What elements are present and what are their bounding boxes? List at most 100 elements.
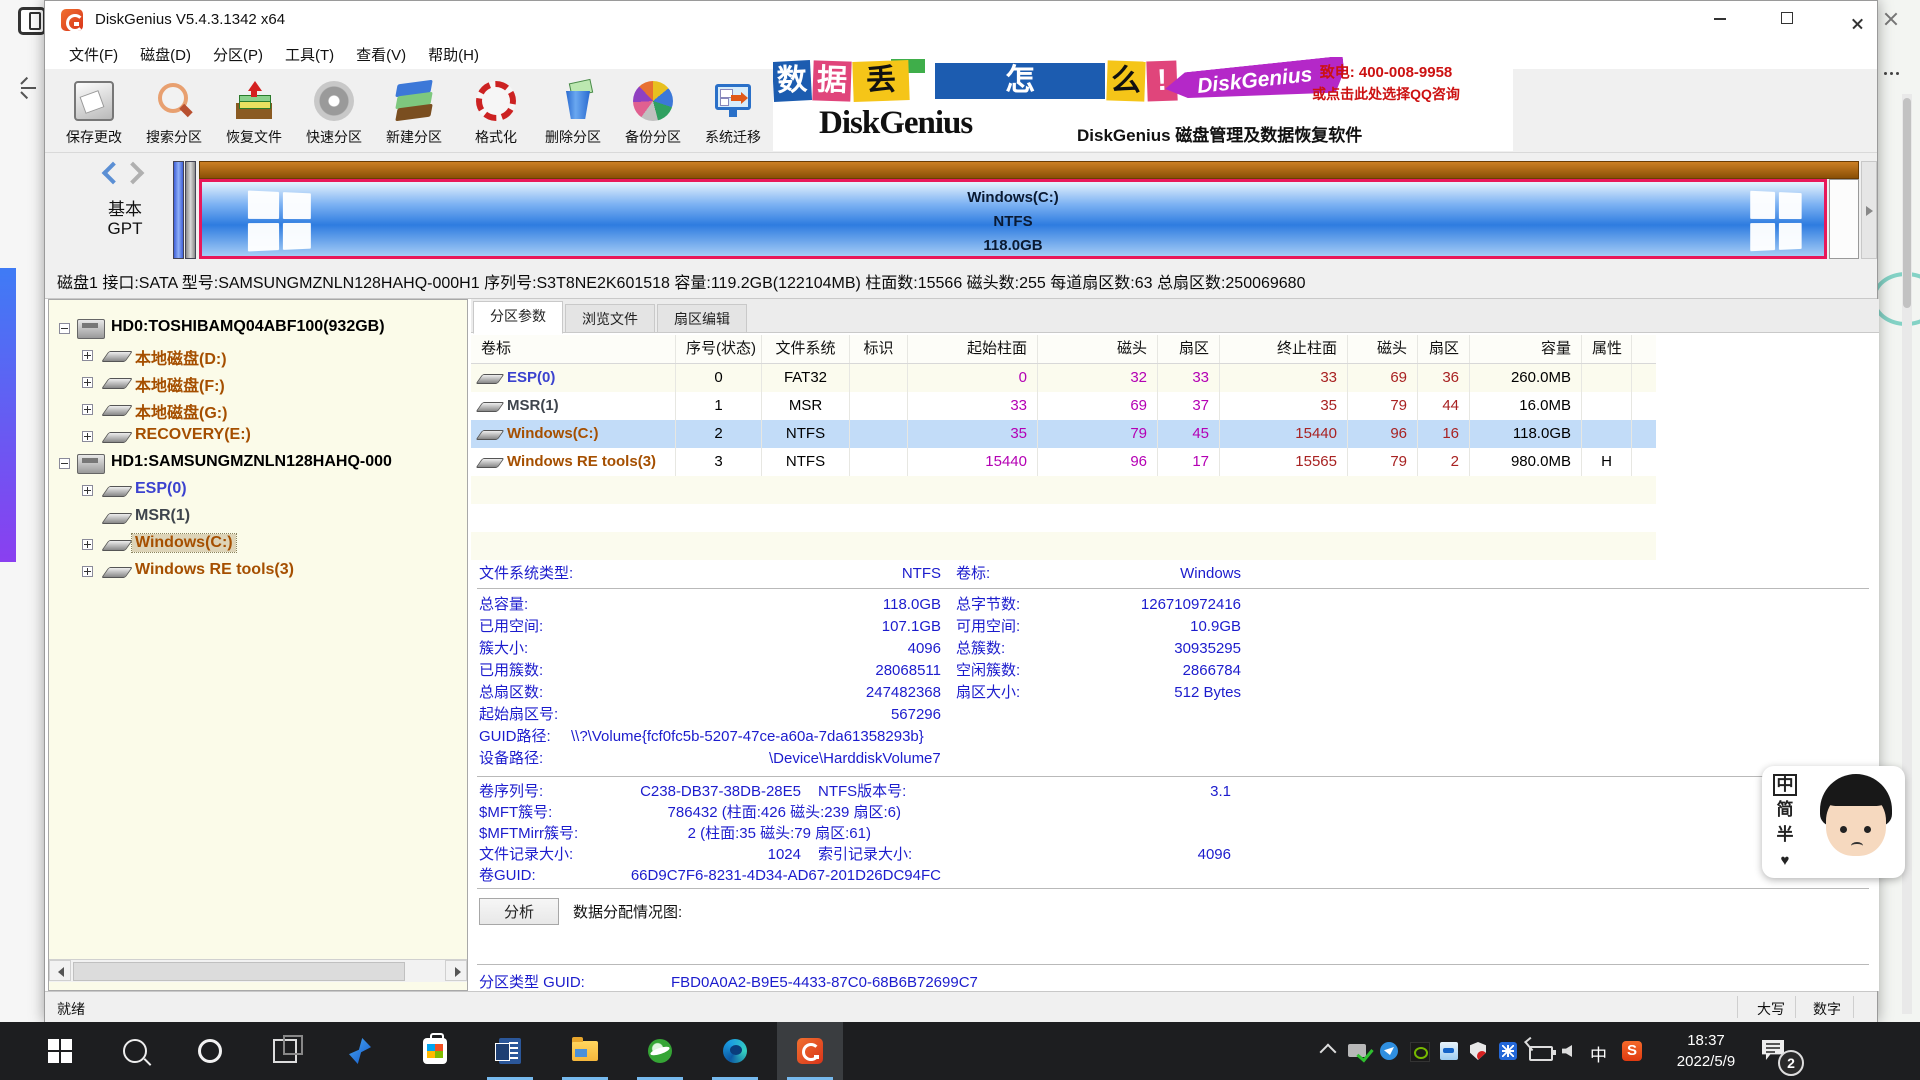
printer-tray-icon[interactable] [1348,1044,1366,1057]
collapse-icon[interactable] [59,323,70,334]
word-button[interactable] [477,1022,543,1080]
tree-item-windows-c[interactable]: Windows(C:) [49,532,467,558]
folder-icon [572,1041,598,1061]
security-shield-tray-icon[interactable] [1470,1042,1486,1060]
bolt-app-icon [349,1038,371,1064]
scroll-right-icon[interactable] [445,960,467,981]
banner-contact[interactable]: 致电: 400-008-9958 或点击此处选择QQ咨询 [1263,61,1509,104]
banner-phone: 致电: 400-008-9958 [1263,61,1509,82]
divider [1737,996,1738,1018]
winre-partition-bar[interactable] [1829,179,1859,259]
expand-icon[interactable] [82,431,93,442]
menu-help[interactable]: 帮助(H) [417,40,490,69]
trash-icon [558,81,598,121]
chevron-right-icon[interactable] [122,162,145,185]
browser-tab-icon[interactable] [18,7,46,35]
recover-files-button[interactable]: 恢复文件 [215,73,293,149]
expand-icon[interactable] [82,566,93,577]
diskgenius-taskbar-button[interactable] [777,1022,843,1080]
sogou-tray-icon[interactable]: S [1622,1041,1642,1061]
background-scrollbar[interactable] [1902,94,1912,1014]
menu-view[interactable]: 查看(V) [345,40,417,69]
pie-icon [633,81,673,121]
monitor-icon [713,81,753,121]
delete-partition-button[interactable]: 删除分区 [534,73,612,149]
microsoft-store-button[interactable] [402,1022,468,1080]
search-partition-button[interactable]: 搜索分区 [135,73,213,149]
save-changes-button[interactable]: 保存更改 [55,73,133,149]
taskbar-clock[interactable]: 18:37 2022/5/9 [1664,1030,1748,1072]
expand-icon[interactable] [82,539,93,550]
nvidia-tray-icon[interactable] [1410,1042,1430,1062]
scroll-thumb[interactable] [73,962,405,981]
tree-horizontal-scrollbar[interactable] [49,959,467,982]
tree-item-esp[interactable]: ESP(0) [49,478,467,504]
tree-item-msr[interactable]: MSR(1) [49,505,467,531]
partition-icon [101,567,133,578]
expand-icon[interactable] [82,350,93,361]
tree-item-hd0[interactable]: HD0:TOSHIBAMQ04ABF100(932GB) [49,316,467,342]
expand-icon[interactable] [82,404,93,415]
ad-banner[interactable]: 数 据 丢 怎 么 ! DiskGenius 致电: 400-008-9958 … [773,57,1513,151]
maximize-button[interactable] [1764,1,1810,35]
ime-sticker-widget[interactable]: 中 简 半 ♥ [1762,766,1905,878]
partition-icon [101,540,133,551]
tree-item-local-d[interactable]: 本地磁盘(D:) [49,343,467,369]
tray-expand-icon[interactable] [1320,1044,1337,1061]
banner-tagline: DiskGenius 磁盘管理及数据恢复软件 [1077,121,1362,146]
tree-item-local-g[interactable]: 本地磁盘(G:) [49,397,467,423]
main-area: HD0:TOSHIBAMQ04ABF100(932GB) 本地磁盘(D:) 本地… [45,299,1877,991]
intel-graphics-tray-icon[interactable] [1440,1042,1458,1060]
edge-button[interactable] [702,1022,768,1080]
close-button[interactable] [1834,1,1880,35]
search-icon [154,81,194,121]
expand-icon[interactable] [82,485,93,496]
system-migration-button[interactable]: 系统迁移 [694,73,772,149]
partition-tree-panel: HD0:TOSHIBAMQ04ABF100(932GB) 本地磁盘(D:) 本地… [48,299,468,991]
speaker-tray-icon[interactable] [1562,1045,1572,1057]
new-partition-button[interactable]: 新建分区 [375,73,453,149]
tree-item-hd1[interactable]: HD1:SAMSUNGMZNLN128HAHQ-000 [49,451,467,477]
clock-date: 2022/5/9 [1664,1051,1748,1072]
scroll-left-icon[interactable] [49,960,71,981]
file-explorer-button[interactable] [552,1022,618,1080]
minimize-button[interactable] [1697,1,1743,35]
taskbar-search-button[interactable] [102,1022,168,1080]
expand-icon[interactable] [82,377,93,388]
tree-item-recovery-e[interactable]: RECOVERY(E:) [49,424,467,450]
disk-partition-table: GPT [75,219,175,239]
collapse-icon[interactable] [59,458,70,469]
backup-partition-button[interactable]: 备份分区 [614,73,692,149]
background-more-icon[interactable] [1884,72,1902,76]
esp-partition-bar[interactable] [173,161,184,259]
menu-disk[interactable]: 磁盘(D) [129,40,202,69]
quick-partition-button[interactable]: 快速分区 [295,73,373,149]
banner-qq-link[interactable]: 或点击此处选择QQ咨询 [1263,84,1509,104]
menu-tools[interactable]: 工具(T) [274,40,345,69]
ime-language-indicator[interactable]: 中 [1590,1041,1607,1066]
menu-partition[interactable]: 分区(P) [202,40,274,69]
taskbar: 中 S 18:37 2022/5/9 2 [0,1022,1920,1080]
tree-item-local-f[interactable]: 本地磁盘(F:) [49,370,467,396]
browser-360-button[interactable] [627,1022,693,1080]
analyze-button[interactable]: 分析 [479,898,559,925]
battery-tray-icon[interactable] [1529,1046,1553,1061]
taskbar-app-bolt[interactable] [327,1022,393,1080]
browser-back-icon[interactable] [21,80,37,96]
cortana-button[interactable] [177,1022,243,1080]
format-button[interactable]: 格式化 [457,73,535,149]
windows-partition-bar[interactable]: Windows(C:) NTFS 118.0GB [199,179,1827,259]
task-view-button[interactable] [252,1022,318,1080]
tree-item-winre[interactable]: Windows RE tools(3) [49,559,467,585]
bird-app-tray-icon[interactable] [1380,1042,1398,1060]
disk-nav[interactable] [105,165,145,187]
background-close-icon[interactable] [1884,12,1898,26]
banner-tile: 怎 [1001,61,1039,101]
start-button[interactable] [27,1022,93,1080]
menu-file[interactable]: 文件(F) [58,40,129,69]
recover-icon [234,81,274,121]
title-bar: DiskGenius V5.4.3.1342 x64 [45,1,1877,39]
msr-partition-bar[interactable] [185,161,196,259]
snowflake-tray-icon[interactable] [1499,1042,1517,1060]
disk-bar-scroll[interactable] [1861,161,1877,259]
